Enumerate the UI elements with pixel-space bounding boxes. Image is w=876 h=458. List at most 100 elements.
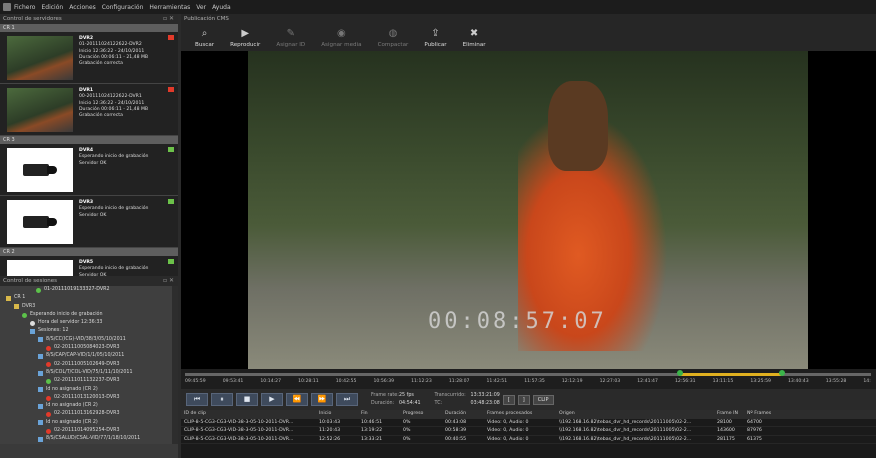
tree-item[interactable]: 02-20111011132237-DVR3: [0, 377, 178, 385]
toolbar-buscar-icon: ⌕: [201, 28, 208, 39]
tree-item[interactable]: Esperando inicio de grabación: [0, 311, 178, 319]
server-group[interactable]: CR 3: [0, 136, 178, 144]
tree-item[interactable]: 02-20111013120013-DVR3: [0, 394, 178, 402]
table-cell: CLIP-8-5-CG3-CG3-VID-38-3-05-10-2011-DVR…: [184, 436, 294, 442]
column-header[interactable]: Progreso: [400, 410, 442, 419]
sessions-scrollbar[interactable]: [172, 286, 178, 444]
tree-item[interactable]: Hora del servidor 12:36:33: [0, 319, 178, 327]
tc-value: 03:48:23:08: [470, 400, 500, 406]
tree-item[interactable]: Sesiones: 12: [0, 327, 178, 335]
time-info: Transcurrido: 13:33:21:09 TC: 03:48:23:08: [435, 392, 500, 407]
column-header[interactable]: Frame IN: [714, 410, 744, 419]
toolbar-label: Compactar: [377, 42, 409, 48]
menu-fichero[interactable]: Fichero: [14, 4, 35, 11]
tree-item[interactable]: 8/S/CC(ICG)-VID/38/3/05/10/2011: [0, 336, 178, 344]
publish-panel-title: Publicación CMS: [181, 14, 876, 24]
tree-item[interactable]: 01-20111019133327-DVR2: [0, 286, 178, 294]
table-header: ID de clip Inicio Fin Progreso Duración Frame…: [181, 410, 876, 419]
server-info: DVR4 Esperando inicio de grabación Servido…: [79, 144, 148, 195]
tree-item[interactable]: 02-20111005102649-DVR3: [0, 361, 178, 369]
tree-item[interactable]: 02-20111005084023-DVR3: [0, 344, 178, 352]
marker-in[interactable]: [677, 370, 683, 376]
mark-out-button[interactable]: ]: [517, 394, 530, 405]
tree-item[interactable]: Id no asignado (CR 2): [0, 419, 178, 427]
mark-in-button[interactable]: [: [502, 394, 515, 405]
column-header[interactable]: Nº Frames: [744, 410, 784, 419]
server-card[interactable]: DVR1 00-20111024122622-DVR1 Inicio 12:36:2…: [0, 84, 178, 136]
pause-button[interactable]: ⏸: [211, 393, 233, 406]
timeline-tick-label: 11:42:51: [486, 379, 508, 384]
play-button[interactable]: ▶: [261, 393, 283, 406]
toolbar-buscar-button[interactable]: ⌕ Buscar: [195, 28, 214, 51]
table-row[interactable]: CLIP-8-5-CG3-CG3-VID-38-3-05-10-2011-DVR…: [181, 427, 876, 436]
timeline-tick-label: 10:56:39: [373, 379, 395, 384]
toolbar-label: Asignar ID: [276, 42, 306, 48]
tree-item[interactable]: 8/S/CSALUD/CSAL-VID/77/1/18/10/2011: [0, 435, 178, 443]
clip-button[interactable]: CLIP: [532, 394, 554, 405]
tree-item[interactable]: Id no asignado (CR 2): [0, 386, 178, 394]
panel-controls[interactable]: ▫ ✕: [163, 276, 174, 286]
table-cell: 28100: [717, 419, 732, 425]
tree-item[interactable]: DVR3: [0, 303, 178, 311]
menu-configuracion[interactable]: Configuración: [102, 4, 144, 11]
video-player[interactable]: 00:08:57:07: [248, 51, 808, 369]
table-row[interactable]: CLIP-8-5-CG3-CG3-VID-38-3-05-10-2011-DVR…: [181, 436, 876, 444]
server-card[interactable]: DVR3 Esperando inicio de grabación Servido…: [0, 196, 178, 248]
menu-herramientas[interactable]: Herramientas: [149, 4, 190, 11]
menu-acciones[interactable]: Acciones: [69, 4, 96, 11]
tree-item[interactable]: Id no asignado (CR 2): [0, 402, 178, 410]
tree-item[interactable]: 02-20111014095254-DVR3: [0, 427, 178, 435]
fast-forward-button[interactable]: ⏩: [311, 393, 333, 406]
clock-icon: [30, 320, 35, 326]
menu-ayuda[interactable]: Ayuda: [212, 4, 231, 11]
last-frame-button[interactable]: ⏭: [336, 393, 358, 406]
menu-ver[interactable]: Ver: [196, 4, 206, 11]
server-group[interactable]: CR 2: [0, 248, 178, 256]
toolbar-reproducir-button[interactable]: ▶ Reproducir: [230, 28, 260, 51]
rewind-button[interactable]: ⏪: [286, 393, 308, 406]
server-group[interactable]: CR 1: [0, 24, 178, 32]
toolbar-asignar-media-button[interactable]: ◉ Asignar media: [321, 28, 361, 51]
column-header[interactable]: Inicio: [316, 410, 358, 419]
server-status-line: Servidor OK: [79, 212, 107, 218]
tree-item[interactable]: CR 1: [0, 294, 178, 302]
tree-item[interactable]: 8/S/COL/T/COL-VID/75/1/11/10/2011: [0, 369, 178, 377]
toolbar-publicar-button[interactable]: ⇪ Publicar: [424, 28, 446, 51]
first-frame-button[interactable]: ⏮: [186, 393, 208, 406]
table-cell: 87976: [747, 428, 762, 433]
table-cell: 0%: [403, 436, 411, 442]
server-status-line: 01-20111024122622-DVR2: [79, 42, 142, 48]
video-letterbox-left: [181, 51, 248, 369]
status-flag: [168, 199, 174, 204]
toolbar-compactar-button[interactable]: ◍ Compactar: [378, 28, 409, 51]
column-header[interactable]: Frames procesados: [484, 410, 556, 419]
timeline-selection[interactable]: [679, 373, 781, 376]
server-card[interactable]: DVR4 Esperando inicio de grabación Servido…: [0, 144, 178, 196]
elapsed-value: 13:33:21:09: [470, 393, 500, 398]
tree-item-label: 02-20111014095254-DVR3: [54, 428, 120, 434]
tree-item-label: Id no asignado (CR 2): [46, 403, 98, 409]
session-icon: [38, 420, 43, 426]
duration-label: Duración:: [371, 400, 395, 406]
stop-button[interactable]: ■: [236, 393, 258, 406]
toolbar-eliminar-icon: ✖: [469, 28, 479, 39]
column-header[interactable]: Duración: [442, 410, 484, 419]
menu-edicion[interactable]: Edición: [41, 4, 63, 11]
tree-item[interactable]: 8/S/CAP/CAP-VID/1/1/05/10/2011: [0, 352, 178, 360]
marker-out[interactable]: [779, 370, 785, 376]
toolbar-label: Publicar: [424, 42, 447, 48]
timeline[interactable]: 09:45:59 09:53:41 10:14:27 10:28:11 10:42:55…: [181, 369, 876, 389]
sessions-panel-title: Control de sesiones ▫ ✕: [0, 276, 178, 286]
panel-controls[interactable]: ▫ ✕: [163, 14, 174, 24]
camera-icon: [7, 148, 73, 192]
tree-item-label: Id no asignado (CR 2): [46, 419, 98, 425]
table-row[interactable]: CLIP-8-5-CG3-CG3-VID-38-3-05-10-2011-DVR…: [181, 419, 876, 427]
column-header[interactable]: Origen: [556, 410, 714, 419]
tree-item[interactable]: 02-20111013162928-DVR3: [0, 410, 178, 418]
column-header[interactable]: ID de clip: [181, 410, 316, 419]
toolbar-eliminar-button[interactable]: ✖ Eliminar: [463, 28, 486, 51]
server-status-line: Grabación correcta: [79, 61, 123, 67]
server-card[interactable]: DVR2 01-20111024122622-DVR2 Inicio 12:36:2…: [0, 32, 178, 84]
column-header[interactable]: Fin: [358, 410, 400, 419]
toolbar-asignar-id-button[interactable]: ✎ Asignar ID: [276, 28, 305, 51]
